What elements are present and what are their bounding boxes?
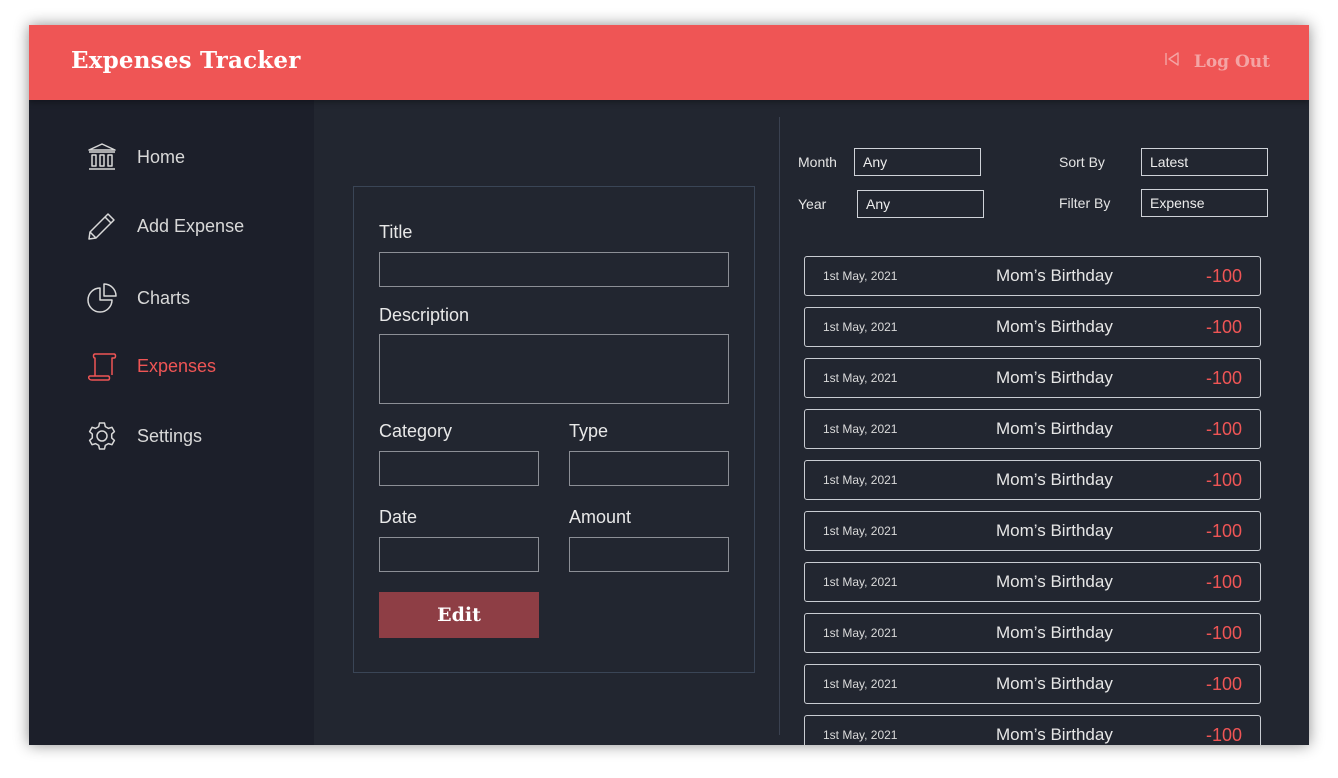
sort-by-label: Sort By [1059, 154, 1105, 170]
type-label: Type [569, 421, 609, 441]
filter-by-label: Filter By [1059, 195, 1111, 211]
sidebar-item-add-expense[interactable]: Add Expense [85, 206, 244, 246]
filter-by-select[interactable]: Expense [1141, 189, 1268, 217]
expense-row[interactable]: 1st May, 2021 Mom’s Birthday -100 [804, 358, 1261, 398]
expense-title: Mom’s Birthday [996, 317, 1113, 336]
sort-by-select[interactable]: Latest [1141, 148, 1268, 176]
expense-row[interactable]: 1st May, 2021 Mom’s Birthday -100 [804, 460, 1261, 500]
expense-amount: -100 [1205, 571, 1242, 592]
expense-date: 1st May, 2021 [823, 575, 898, 589]
expense-amount: -100 [1205, 367, 1242, 388]
edit-button[interactable]: Edit [379, 592, 539, 638]
expense-date: 1st May, 2021 [823, 524, 898, 538]
expense-amount: -100 [1205, 418, 1242, 439]
sidebar-item-label: Settings [137, 425, 203, 446]
app-window: Expenses Tracker Log Out Home Add Expens… [29, 25, 1309, 745]
logout-button[interactable]: Log Out [1164, 51, 1270, 72]
expense-row[interactable]: 1st May, 2021 Mom’s Birthday -100 [804, 256, 1261, 296]
expense-amount: -100 [1205, 520, 1242, 541]
pie-chart-icon [85, 281, 119, 315]
expense-row[interactable]: 1st May, 2021 Mom’s Birthday -100 [804, 562, 1261, 602]
expense-date: 1st May, 2021 [823, 728, 898, 742]
year-select[interactable]: Any [857, 190, 984, 218]
expense-row[interactable]: 1st May, 2021 Mom’s Birthday -100 [804, 409, 1261, 449]
title-label: Title [379, 222, 413, 242]
expense-amount: -100 [1205, 622, 1242, 643]
amount-label: Amount [569, 507, 632, 527]
expense-date: 1st May, 2021 [823, 626, 898, 640]
sidebar-item-label: Charts [137, 287, 191, 308]
gear-icon [85, 419, 119, 453]
expense-date: 1st May, 2021 [823, 422, 898, 436]
expense-title: Mom’s Birthday [996, 521, 1113, 540]
date-label: Date [379, 507, 418, 527]
expense-title: Mom’s Birthday [996, 266, 1113, 285]
filter-by-value: Expense [1150, 195, 1205, 211]
expense-form: Title Description Category Type Date Amo… [353, 186, 755, 673]
expense-date: 1st May, 2021 [823, 371, 898, 385]
expense-title: Mom’s Birthday [996, 368, 1113, 387]
title-input[interactable] [379, 252, 729, 287]
sidebar: Home Add Expense Charts Expenses Setting… [29, 100, 314, 745]
expense-title: Mom’s Birthday [996, 470, 1113, 489]
expense-title: Mom’s Birthday [996, 674, 1113, 693]
sidebar-item-charts[interactable]: Charts [85, 278, 190, 318]
month-value: Any [863, 154, 888, 170]
logout-arrow-icon [1164, 51, 1194, 72]
expense-row[interactable]: 1st May, 2021 Mom’s Birthday -100 [804, 715, 1261, 745]
sidebar-item-settings[interactable]: Settings [85, 416, 202, 456]
expense-title: Mom’s Birthday [996, 623, 1113, 642]
bank-icon [85, 140, 119, 174]
scroll-icon [85, 349, 119, 383]
expense-title: Mom’s Birthday [996, 572, 1113, 591]
month-select[interactable]: Any [854, 148, 981, 176]
description-input[interactable] [379, 334, 729, 404]
expense-amount: -100 [1205, 724, 1242, 745]
expense-date: 1st May, 2021 [823, 473, 898, 487]
year-value: Any [866, 196, 891, 212]
top-bar: Expenses Tracker Log Out [29, 25, 1309, 100]
expense-amount: -100 [1205, 673, 1242, 694]
expense-date: 1st May, 2021 [823, 677, 898, 691]
date-input[interactable] [379, 537, 539, 572]
expense-title: Mom’s Birthday [996, 725, 1113, 744]
expense-amount: -100 [1205, 265, 1242, 286]
amount-input[interactable] [569, 537, 729, 572]
sidebar-item-expenses[interactable]: Expenses [85, 346, 216, 386]
expense-row[interactable]: 1st May, 2021 Mom’s Birthday -100 [804, 613, 1261, 653]
expense-title: Mom’s Birthday [996, 419, 1113, 438]
app-title: Expenses Tracker [71, 47, 301, 74]
expense-date: 1st May, 2021 [823, 269, 898, 283]
expense-row[interactable]: 1st May, 2021 Mom’s Birthday -100 [804, 511, 1261, 551]
expense-row[interactable]: 1st May, 2021 Mom’s Birthday -100 [804, 307, 1261, 347]
year-label: Year [798, 196, 827, 212]
sidebar-item-home[interactable]: Home [85, 137, 185, 177]
expense-date: 1st May, 2021 [823, 320, 898, 334]
expense-amount: -100 [1205, 316, 1242, 337]
sidebar-item-label: Home [137, 146, 186, 167]
expense-amount: -100 [1205, 469, 1242, 490]
panel-divider [779, 117, 780, 735]
category-label: Category [379, 421, 453, 441]
expense-row[interactable]: 1st May, 2021 Mom’s Birthday -100 [804, 664, 1261, 704]
category-input[interactable] [379, 451, 539, 486]
description-label: Description [379, 305, 470, 325]
month-label: Month [798, 154, 837, 170]
sidebar-item-label: Add Expense [137, 215, 245, 236]
logout-label: Log Out [1193, 51, 1270, 72]
sidebar-item-label: Expenses [137, 355, 217, 376]
pencil-icon [85, 209, 119, 243]
sort-by-value: Latest [1150, 154, 1189, 170]
type-input[interactable] [569, 451, 729, 486]
